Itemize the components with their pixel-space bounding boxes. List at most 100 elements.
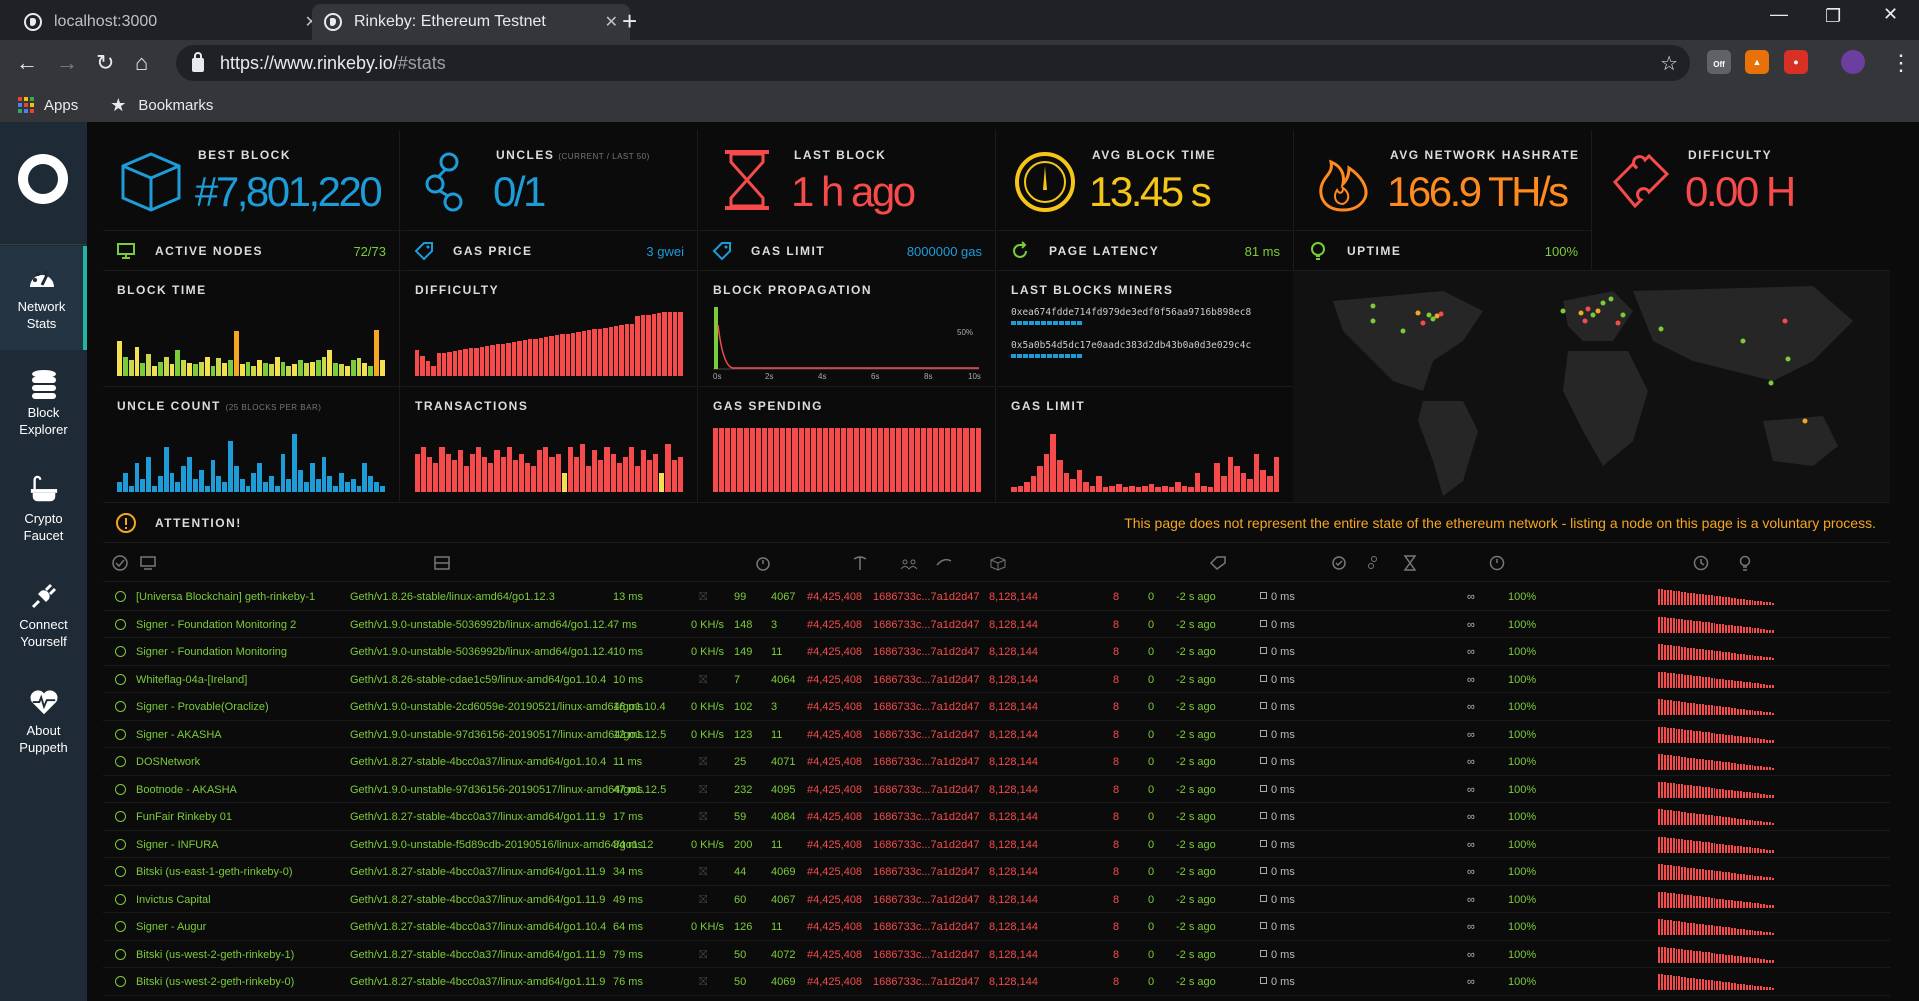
extension-flame-icon[interactable]: ▲	[1745, 50, 1769, 74]
back-button[interactable]: ←	[16, 50, 38, 76]
chart-bar	[543, 447, 549, 492]
history-bar	[1722, 651, 1725, 660]
timer-icon[interactable]	[754, 555, 772, 571]
hourglass-header-icon[interactable]	[1401, 555, 1419, 571]
history-bar	[1745, 599, 1748, 605]
node-row[interactable]: Invictus Capital Geth/v1.8.27-stable-4bcc…	[103, 886, 1890, 913]
cell-prop: 0 ms	[1271, 976, 1295, 988]
node-row[interactable]: Bootnode - AKASHA Geth/v1.9.0-unstable-97…	[103, 776, 1890, 803]
history-bar	[1760, 766, 1763, 770]
sidebar-item-connect-yourself[interactable]: Connect Yourself	[0, 564, 87, 668]
node-row[interactable]: Whiteflag-04a-[Ireland] Geth/v1.8.26-stab…	[103, 666, 1890, 693]
node-row[interactable]: Signer - Provable(Oraclize) Geth/v1.9.0-u…	[103, 693, 1890, 721]
chart-bar	[634, 466, 641, 492]
block-cube-icon[interactable]	[989, 555, 1007, 571]
node-row[interactable]: Signer - Foundation Monitoring 2 Geth/v1.…	[103, 611, 1890, 638]
cell-name: DOSNetwork	[136, 756, 201, 768]
history-bar	[1710, 705, 1713, 715]
close-icon[interactable]: ✕	[605, 12, 618, 32]
history-bar	[1707, 842, 1710, 853]
address-bar[interactable]: https://www.rinkeby.io/ #stats ☆	[176, 45, 1690, 81]
node-row[interactable]: DOSNetwork Geth/v1.8.27-stable-4bcc0a37/l…	[103, 748, 1890, 776]
history-bar	[1693, 950, 1695, 963]
node-row[interactable]: Bitski (us-west-2-geth-rinkeby-0) Geth/v1…	[103, 968, 1890, 996]
chart-bar	[356, 358, 362, 376]
node-row[interactable]: FunFair Rinkeby 01 Geth/v1.8.27-stable-4b…	[103, 803, 1890, 831]
history-bar	[1707, 787, 1710, 798]
node-row[interactable]: Bitski (us-east-1-geth-rinkeby-0) Geth/v1…	[103, 858, 1890, 886]
node-row[interactable]: [Universa Blockchain] geth-rinkeby-1 Geth…	[103, 583, 1890, 611]
reload-button[interactable]: ↻	[96, 50, 114, 76]
chart-bar	[665, 444, 671, 492]
cell-avg: ∞	[1467, 673, 1475, 686]
history-bar	[1666, 920, 1669, 935]
history-bar	[1722, 981, 1725, 990]
chart-bar	[263, 363, 268, 376]
mini-label: GAS PRICE	[453, 244, 533, 258]
maximize-button[interactable]: ❐	[1825, 6, 1841, 27]
pickaxe-icon[interactable]	[851, 555, 869, 571]
sidebar-item-network-stats[interactable]: Network Stats	[0, 246, 87, 350]
gas-tag-icon[interactable]	[1209, 555, 1227, 571]
server-icon[interactable]	[433, 555, 451, 571]
check-circle-icon[interactable]	[111, 555, 129, 571]
node-row[interactable]: Bitski (us-west-2-geth-rinkeby-1) Geth/v1…	[103, 941, 1890, 968]
node-row[interactable]: Signer - INFURA Geth/v1.9.0-unstable-f5d8…	[103, 831, 1890, 858]
gauge-icon	[27, 264, 57, 292]
chart-bar	[1201, 485, 1207, 492]
extension-shield-icon[interactable]: ●	[1784, 50, 1808, 74]
propagation-clock-icon[interactable]	[1488, 555, 1506, 571]
node-row[interactable]: Signer - Foundation Monitoring Geth/v1.9.…	[103, 638, 1890, 666]
history-bar	[1722, 789, 1725, 798]
sidebar-item-block-explorer[interactable]: Block Explorer	[0, 352, 87, 456]
tx-check-icon[interactable]	[1330, 555, 1348, 571]
node-row[interactable]: Signer - AKASHA Geth/v1.9.0-unstable-97d3…	[103, 721, 1890, 748]
chart-bar	[415, 350, 420, 376]
forward-button[interactable]: →	[56, 50, 78, 76]
avg-propagation-icon[interactable]	[1692, 555, 1710, 571]
history-bar	[1719, 926, 1722, 935]
cell-peers: 102	[734, 701, 753, 713]
monitor-icon[interactable]	[139, 555, 157, 571]
uptime-bulb-icon[interactable]	[1736, 555, 1754, 571]
history-bar	[1710, 980, 1713, 990]
cell-avg: ∞	[1467, 618, 1475, 631]
cell-prop: 0 ms	[1271, 811, 1295, 823]
tab-rinkeby[interactable]: Rinkeby: Ethereum Testnet ✕	[312, 4, 630, 40]
history-bar	[1658, 919, 1660, 935]
propagation-square-icon	[1260, 729, 1267, 737]
cell-txs: 8	[1113, 976, 1120, 988]
window-close-button[interactable]: ✕	[1883, 4, 1898, 25]
home-button[interactable]: ⌂	[135, 50, 148, 76]
history-bar	[1675, 591, 1678, 605]
minimize-button[interactable]: —	[1770, 4, 1788, 25]
tab-localhost[interactable]: localhost:3000 ✕	[12, 4, 330, 40]
uncles-header-icon[interactable]	[1365, 555, 1383, 571]
history-bar	[1722, 816, 1725, 825]
ethereum-globe-logo[interactable]	[18, 154, 68, 204]
history-bar	[1678, 893, 1681, 908]
url-host: https://www.rinkeby.io/	[220, 52, 398, 73]
extension-off-icon[interactable]: Off	[1707, 50, 1731, 74]
bookmark-star-icon[interactable]: ☆	[1660, 51, 1678, 76]
new-tab-button[interactable]: +	[622, 6, 637, 37]
avatar[interactable]	[1841, 50, 1865, 74]
bookmark-apps[interactable]: Apps	[44, 97, 78, 114]
pending-icon[interactable]	[935, 555, 953, 571]
node-row[interactable]: Signer - Augur Geth/v1.8.27-stable-4bcc0a…	[103, 913, 1890, 941]
chart-bar	[1221, 476, 1227, 492]
peers-icon[interactable]	[900, 555, 918, 571]
menu-icon[interactable]: ⋮	[1890, 50, 1912, 76]
history-bar	[1695, 896, 1698, 908]
history-bar	[1731, 762, 1733, 770]
chart-bar	[433, 463, 439, 492]
bookmark-bookmarks[interactable]: Bookmarks	[138, 97, 213, 114]
sidebar-item-crypto-faucet[interactable]: Crypto Faucet	[0, 458, 87, 562]
sidebar-item-about-puppeth[interactable]: About Puppeth	[0, 670, 87, 774]
chart-bar	[379, 485, 385, 492]
cell-blockhash: 1686733c...7a1d2d47	[873, 646, 980, 658]
history-bar	[1736, 653, 1739, 660]
history-bar	[1663, 864, 1666, 880]
history-bar	[1728, 789, 1731, 798]
stat-difficulty: DIFFICULTY 0.00 H	[1593, 130, 1890, 230]
